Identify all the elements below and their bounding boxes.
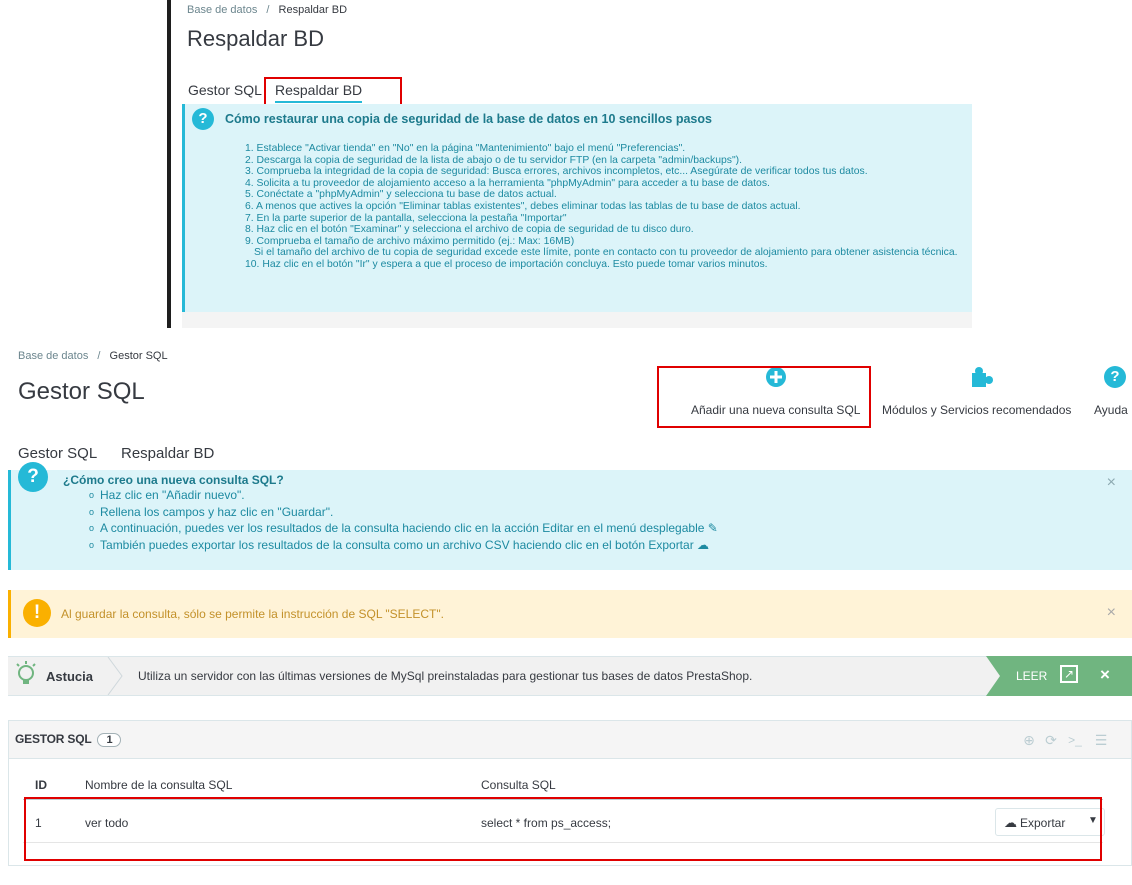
- tab-sql-manager[interactable]: Gestor SQL: [188, 82, 262, 98]
- restore-step: 1. Establece "Activar tienda" en "No" en…: [245, 143, 686, 154]
- restore-step: 8. Haz clic en el botón "Examinar" y sel…: [245, 224, 694, 236]
- cloud-upload-icon: ☁: [697, 537, 710, 552]
- info-item: Rellena los campos y haz clic en "Guarda…: [89, 505, 718, 522]
- restore-step: 5. Conéctate a "phpMyAdmin" y selecciona…: [245, 189, 557, 201]
- puzzle-icon: [969, 366, 995, 395]
- restore-steps-list: 1. Establece "Activar tienda" en "No" en…: [245, 143, 958, 271]
- refresh-icon[interactable]: ⟳: [1043, 732, 1059, 748]
- warning-box: ! Al guardar la consulta, sólo se permit…: [8, 590, 1132, 638]
- tip-bar: Astucia Utiliza un servidor con las últi…: [8, 656, 1132, 696]
- panel-title: GESTOR SQL 1: [15, 732, 122, 747]
- restore-step: 7. En la parte superior de la pantalla, …: [245, 212, 567, 224]
- close-icon[interactable]: ×: [1107, 604, 1116, 622]
- info-title: ¿Cómo creo una nueva consulta SQL?: [63, 473, 284, 487]
- breadcrumb: Base de datos / Respaldar BD: [187, 4, 347, 16]
- restore-step: 4. Solicita a tu proveedor de alojamient…: [245, 177, 770, 189]
- close-icon[interactable]: ×: [1107, 474, 1116, 492]
- info-list: Haz clic en "Añadir nuevo". Rellena los …: [89, 488, 718, 554]
- question-icon: ?: [1104, 366, 1126, 388]
- warning-text: Al guardar la consulta, sólo se permite …: [61, 607, 444, 621]
- info-item: A continuación, puedes ver los resultado…: [89, 521, 718, 538]
- help-label: Ayuda: [1094, 403, 1128, 417]
- breadcrumb-separator: /: [266, 4, 270, 16]
- highlight-box: [657, 366, 871, 428]
- recommended-modules-label: Módulos y Servicios recomendados: [882, 403, 1072, 417]
- page-title: Gestor SQL: [18, 378, 145, 405]
- external-link-icon: ↗: [1060, 665, 1078, 683]
- column-header-id[interactable]: ID: [35, 778, 47, 792]
- chevron-divider: [106, 656, 126, 696]
- restore-step: 9. Comprueba el tamaño de archivo máximo…: [245, 235, 575, 247]
- help-title: Cómo restaurar una copia de seguridad de…: [225, 112, 712, 126]
- close-icon[interactable]: ×: [1100, 665, 1110, 685]
- restore-step: Si el tamaño del archivo de tu copia de …: [254, 247, 958, 259]
- plus-circle-icon[interactable]: ⊕: [1021, 732, 1037, 748]
- tip-label: Astucia: [46, 669, 93, 684]
- pencil-icon: ✎: [707, 521, 718, 535]
- exclamation-icon: !: [23, 599, 51, 627]
- question-icon: ?: [18, 462, 48, 492]
- backup-panel: Base de datos / Respaldar BD Respaldar B…: [167, 0, 972, 328]
- column-header-name[interactable]: Nombre de la consulta SQL: [85, 778, 232, 792]
- info-item: También puedes exportar los resultados d…: [89, 538, 718, 555]
- breadcrumb-parent[interactable]: Base de datos: [187, 4, 257, 16]
- restore-step: 2. Descarga la copia de seguridad de la …: [245, 154, 742, 166]
- tab-backup[interactable]: Respaldar BD: [121, 445, 214, 462]
- tab-sql-manager[interactable]: Gestor SQL: [18, 445, 97, 462]
- terminal-icon[interactable]: >_: [1067, 732, 1083, 748]
- tip-text: Utiliza un servidor con las últimas vers…: [138, 669, 753, 683]
- breadcrumb-parent[interactable]: Base de datos: [18, 350, 88, 362]
- left-divider: [167, 0, 171, 328]
- recommended-modules-button[interactable]: Módulos y Servicios recomendados: [880, 366, 1086, 424]
- breadcrumb: Base de datos / Gestor SQL: [18, 350, 168, 362]
- read-more-label: LEER: [1016, 669, 1048, 683]
- restore-step: 6. A menos que actives la opción "Elimin…: [245, 200, 801, 212]
- highlight-box: [24, 797, 1102, 861]
- breadcrumb-current: Gestor SQL: [109, 350, 168, 362]
- panel-footer: [182, 312, 972, 328]
- page-title: Respaldar BD: [187, 26, 324, 51]
- breadcrumb-separator: /: [97, 350, 101, 362]
- info-item: Haz clic en "Añadir nuevo".: [89, 488, 718, 505]
- question-icon: ?: [192, 108, 214, 130]
- restore-step: 10. Haz clic en el botón "Ir" y espera a…: [245, 258, 768, 270]
- count-badge: 1: [97, 733, 122, 747]
- read-more-button[interactable]: LEER ↗ ×: [986, 656, 1132, 696]
- breadcrumb-current: Respaldar BD: [278, 4, 348, 16]
- restore-step: 3. Comprueba la integridad de la copia d…: [245, 166, 868, 178]
- help-button[interactable]: ? Ayuda: [1094, 366, 1132, 424]
- restore-help-box: ? Cómo restaurar una copia de seguridad …: [182, 104, 972, 312]
- database-icon[interactable]: ☰: [1093, 732, 1109, 748]
- panel-header: GESTOR SQL 1 ⊕ ⟳ >_ ☰: [9, 721, 1131, 759]
- column-header-query[interactable]: Consulta SQL: [481, 778, 556, 792]
- lightbulb-icon: [14, 660, 38, 688]
- sql-help-box: ? ¿Cómo creo una nueva consulta SQL? Haz…: [8, 462, 1132, 570]
